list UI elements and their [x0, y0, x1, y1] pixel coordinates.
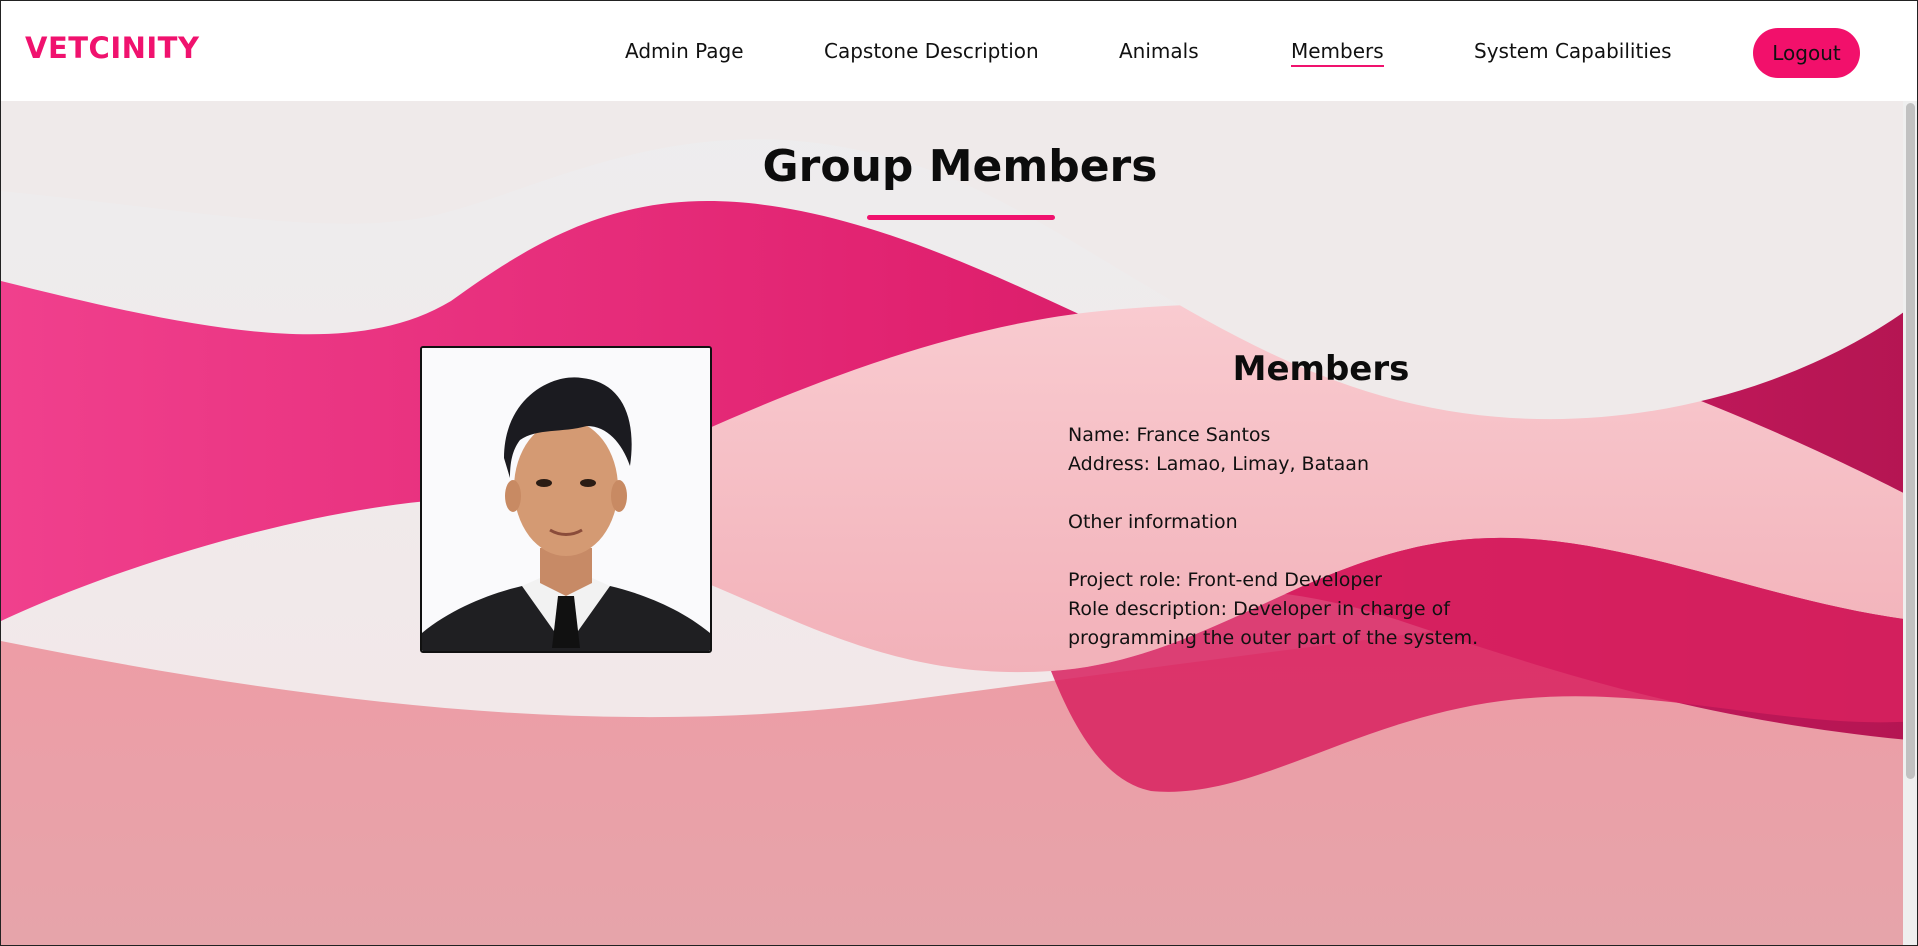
nav-capstone-description[interactable]: Capstone Description — [824, 39, 1039, 63]
member-photo — [420, 346, 712, 653]
wave-background — [1, 101, 1917, 945]
brand-logo[interactable]: VETCINITY — [25, 31, 199, 65]
member-project-role: Project role: Front-end Developer — [1068, 569, 1382, 591]
nav-system-capabilities[interactable]: System Capabilities — [1474, 39, 1672, 63]
title-underline — [867, 215, 1055, 220]
nav-animals[interactable]: Animals — [1119, 39, 1199, 63]
page-title: Group Members — [762, 141, 1158, 192]
member-role-description-2: programming the outer part of the system… — [1068, 627, 1479, 649]
page: VETCINITY Admin Page Capstone Descriptio… — [0, 0, 1918, 946]
scrollbar-thumb[interactable] — [1906, 103, 1915, 779]
member-info: Name: France Santos Address: Lamao, Lima… — [1068, 421, 1528, 653]
logout-button[interactable]: Logout — [1753, 28, 1860, 78]
member-portrait-icon — [422, 348, 710, 651]
member-role-description-1: Role description: Developer in charge of — [1068, 598, 1450, 620]
member-name: Name: France Santos — [1068, 424, 1271, 446]
other-information-label: Other information — [1068, 511, 1238, 533]
member-address: Address: Lamao, Limay, Bataan — [1068, 453, 1369, 475]
nav-admin-page[interactable]: Admin Page — [625, 39, 744, 63]
top-navbar: VETCINITY Admin Page Capstone Descriptio… — [1, 1, 1917, 101]
nav-members[interactable]: Members — [1291, 39, 1384, 67]
members-heading: Members — [1232, 349, 1410, 389]
